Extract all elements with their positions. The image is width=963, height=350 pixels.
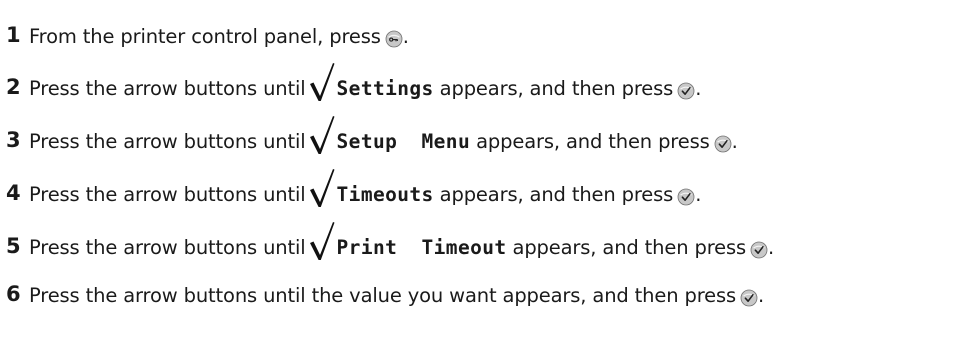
step-text-after: appears, and then press — [512, 235, 747, 259]
menu-item-name: Setup Menu — [336, 129, 471, 153]
step-text: Press the arrow buttons until — [29, 129, 306, 153]
step-number: 5 — [6, 234, 21, 258]
menu-key-icon — [385, 30, 403, 48]
select-button-icon — [750, 241, 768, 259]
step-number: 4 — [6, 181, 21, 205]
select-button-icon — [677, 188, 695, 206]
step-number: 6 — [6, 282, 21, 306]
menu-item-name: Settings — [336, 76, 434, 100]
select-button-icon — [740, 289, 758, 307]
step-text-after: appears, and then press — [439, 76, 674, 100]
checkmark-icon — [309, 221, 335, 261]
step-end: . — [402, 24, 409, 48]
step-5: 5 Press the arrow buttons until Print Ti… — [6, 211, 775, 260]
step-text: Press the arrow buttons until the value … — [29, 283, 737, 307]
checkmark-icon — [309, 168, 335, 208]
step-6: 6 Press the arrow buttons until the valu… — [6, 259, 765, 307]
step-end: . — [695, 76, 702, 100]
step-text: From the printer control panel, press — [29, 24, 381, 48]
select-button-icon — [677, 82, 695, 100]
select-button-icon — [714, 135, 732, 153]
step-1: 1 From the printer control panel, press … — [6, 0, 409, 48]
menu-item-name: Timeouts — [336, 182, 434, 206]
step-end: . — [695, 182, 702, 206]
step-text: Press the arrow buttons until — [29, 235, 306, 259]
step-4: 4 Press the arrow buttons until Timeouts… — [6, 158, 702, 207]
step-text: Press the arrow buttons until — [29, 76, 306, 100]
step-end: . — [768, 235, 775, 259]
step-end: . — [731, 129, 738, 153]
step-number: 3 — [6, 128, 21, 152]
step-text-after: appears, and then press — [439, 182, 674, 206]
menu-item-name: Print Timeout — [336, 235, 507, 259]
step-2: 2 Press the arrow buttons until Settings… — [6, 52, 702, 101]
step-text: Press the arrow buttons until — [29, 182, 306, 206]
step-number: 1 — [6, 23, 21, 47]
step-end: . — [758, 283, 765, 307]
step-number: 2 — [6, 75, 21, 99]
checkmark-icon — [309, 115, 335, 155]
checkmark-icon — [309, 62, 335, 102]
step-3: 3 Press the arrow buttons until Setup Me… — [6, 105, 738, 154]
step-text-after: appears, and then press — [476, 129, 710, 153]
